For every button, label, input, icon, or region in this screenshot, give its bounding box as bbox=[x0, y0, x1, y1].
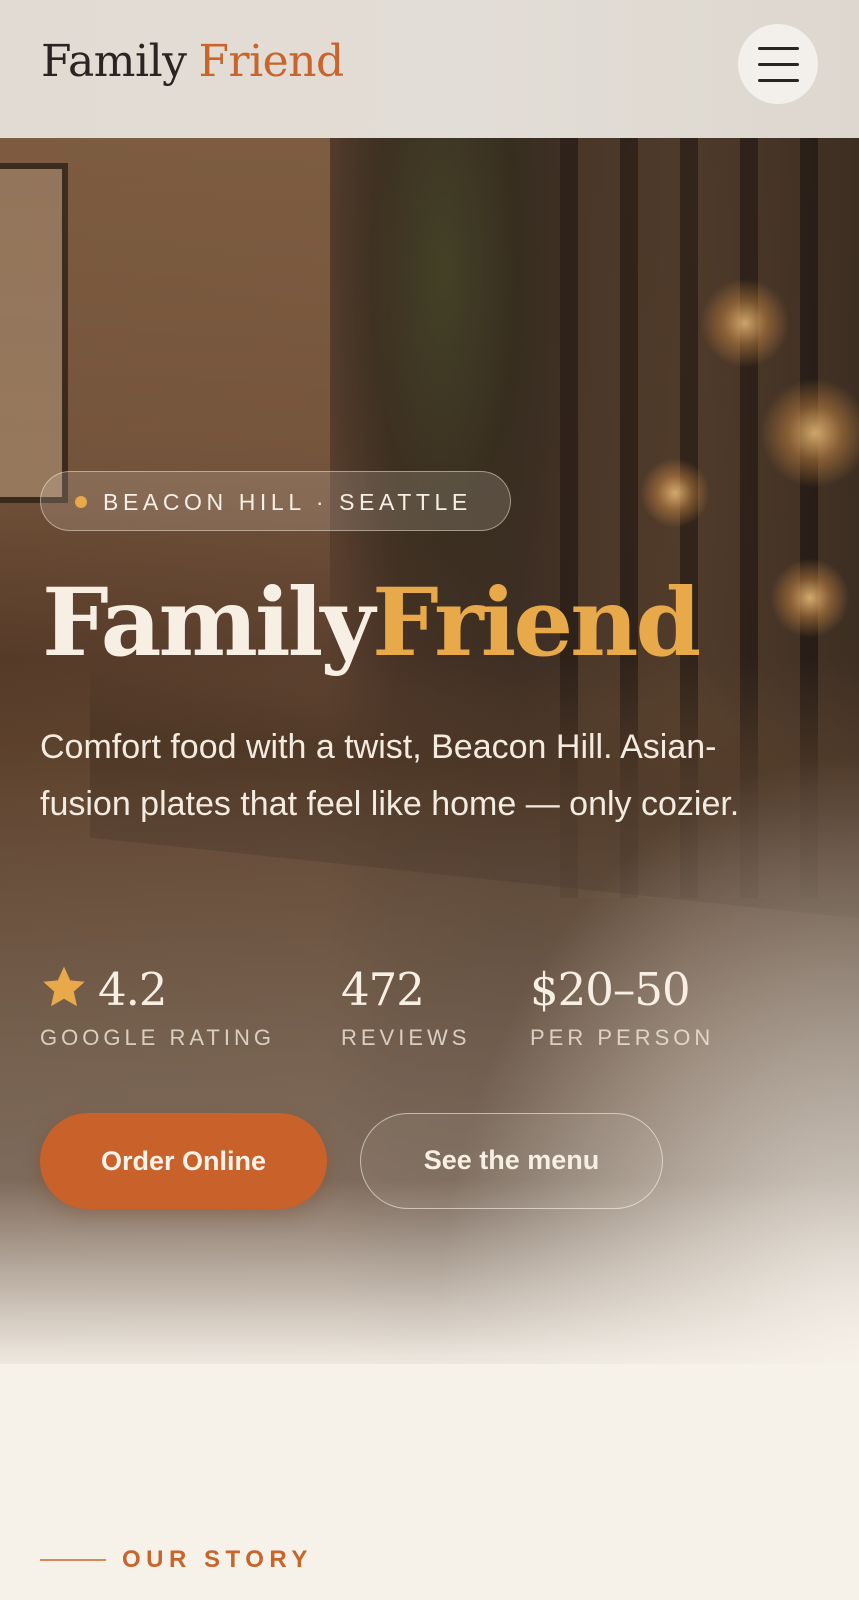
star-icon bbox=[43, 966, 85, 1007]
hero-tagline: Comfort food with a twist, Beacon Hill. … bbox=[40, 728, 740, 823]
hero-section: BEACON HILL · SEATTLE FamilyFriend Comfo… bbox=[0, 138, 859, 1364]
hero-title: FamilyFriend bbox=[42, 568, 701, 678]
price-label: PER PERSON bbox=[530, 1025, 715, 1050]
page: Family Friend BEACON HILL · SEATTLE Fami… bbox=[0, 0, 859, 1600]
logo-word-family: Family bbox=[41, 36, 187, 87]
story-divider-line bbox=[40, 1559, 106, 1561]
order-online-button[interactable]: Order Online bbox=[40, 1113, 327, 1209]
see-menu-button[interactable]: See the menu bbox=[360, 1113, 663, 1209]
location-text: BEACON HILL · SEATTLE bbox=[103, 489, 472, 515]
rating-value: 4.2 bbox=[98, 963, 168, 1016]
reviews-label: REVIEWS bbox=[341, 1025, 471, 1050]
menu-button[interactable] bbox=[738, 24, 818, 104]
rating-label: GOOGLE RATING bbox=[40, 1025, 275, 1050]
reviews-value: 472 bbox=[341, 963, 425, 1016]
price-value: $20–50 bbox=[530, 963, 691, 1016]
logo[interactable]: Family Friend bbox=[41, 32, 344, 92]
our-story-eyebrow: OUR STORY bbox=[122, 1546, 313, 1573]
hero-title-family: Family bbox=[42, 568, 375, 678]
location-badge: BEACON HILL · SEATTLE bbox=[40, 471, 511, 531]
location-dot-icon bbox=[75, 496, 87, 508]
hero-title-friend: Friend bbox=[372, 568, 701, 678]
site-header: Family Friend bbox=[0, 0, 859, 138]
stat-reviews: 472 REVIEWS bbox=[341, 962, 470, 1052]
logo-word-friend: Friend bbox=[198, 36, 345, 87]
stat-price: $20–50 PER PERSON bbox=[530, 962, 714, 1052]
stat-rating: 4.2 GOOGLE RATING bbox=[40, 962, 275, 1052]
